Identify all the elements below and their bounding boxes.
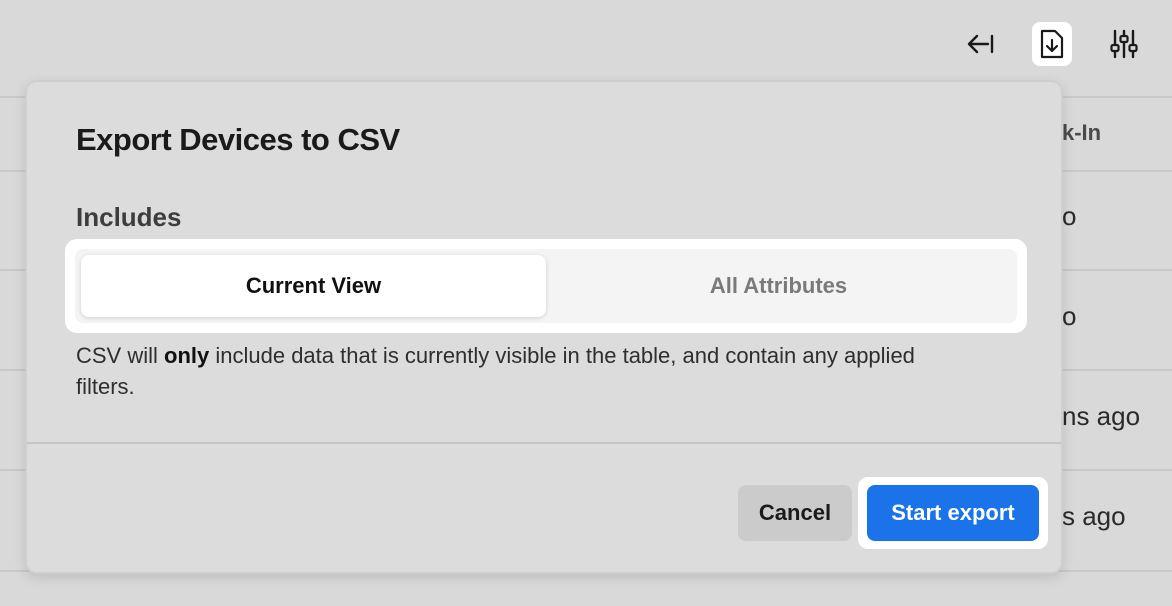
segmented-track: Current View All Attributes <box>75 249 1017 323</box>
page: k-In o o ns ago s ago Export Devices to … <box>0 0 1172 606</box>
export-file-icon[interactable] <box>1032 22 1072 66</box>
start-export-button[interactable]: Start export <box>867 485 1039 541</box>
includes-segmented-control: Current View All Attributes <box>65 239 1027 333</box>
table-cell: o <box>1062 201 1077 231</box>
includes-label: Includes <box>76 202 182 232</box>
segment-all-attributes[interactable]: All Attributes <box>546 255 1011 317</box>
table-cell: ns ago <box>1062 401 1141 431</box>
export-description: CSV will only include data that is curre… <box>76 340 976 402</box>
table-cell: s ago <box>1062 501 1126 531</box>
description-text: CSV will <box>76 343 165 368</box>
start-export-focus-ring: Start export <box>858 477 1048 549</box>
cancel-button[interactable]: Cancel <box>738 485 852 541</box>
table-cell: o <box>1062 301 1077 331</box>
export-modal: Export Devices to CSV Includes Current V… <box>25 80 1063 574</box>
modal-title: Export Devices to CSV <box>76 122 400 157</box>
filter-sliders-icon[interactable] <box>1104 22 1144 66</box>
segment-current-view[interactable]: Current View <box>81 255 546 317</box>
collapse-left-icon[interactable] <box>960 22 1000 66</box>
table-column-header: k-In <box>1062 120 1102 145</box>
modal-divider <box>27 442 1061 444</box>
description-emphasis: only <box>164 343 210 368</box>
